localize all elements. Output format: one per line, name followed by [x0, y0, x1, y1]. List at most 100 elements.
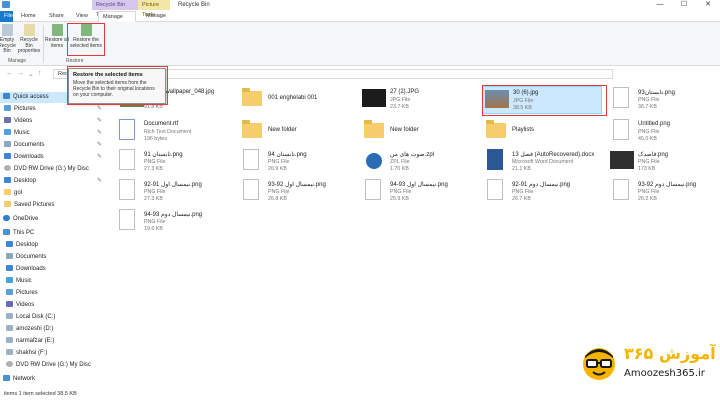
file-item[interactable]: 94-93 نیمسال اول.png PNG File 25.9 KB — [360, 178, 480, 206]
folder-item[interactable]: 001 enghelabi 001 — [238, 86, 358, 114]
recent-locations-icon[interactable]: ⌄ — [28, 70, 34, 78]
videos-icon — [4, 117, 11, 124]
window-controls: — ☐ ✕ — [648, 0, 720, 10]
png-file-icon — [365, 179, 381, 200]
pin-icon[interactable]: ✎ — [97, 116, 102, 127]
nav-pictures[interactable]: Pictures ✎ — [0, 104, 112, 115]
disc-icon — [4, 165, 11, 172]
file-item[interactable]: 93-92 نیمسال اول.png PNG File 26.8 KB — [238, 178, 358, 206]
file-item[interactable]: 91 تابستان.png PNG File 27.3 KB — [114, 148, 234, 176]
context-group-picture-tools: Picture Tools — [138, 0, 170, 18]
nav-onedrive[interactable]: OneDrive — [0, 214, 112, 225]
drive-icon — [6, 325, 13, 332]
tab-view[interactable]: View — [72, 11, 92, 22]
file-item[interactable]: 94-93 نیمسال دوم.png PNG File 19.6 KB — [114, 208, 234, 236]
nav-downloads[interactable]: Downloads ✎ — [0, 152, 112, 163]
up-arrow-icon[interactable]: ↑ — [38, 70, 42, 77]
file-item[interactable]: قاصدک.png PNG File 173 KB — [608, 148, 720, 176]
png-file-icon — [119, 179, 135, 200]
site-logo: آموزش ۳۶۵ Amoozesh365.ir — [576, 340, 716, 388]
music-icon — [4, 129, 11, 136]
nav-drive-f[interactable]: shakhsi (F:) — [0, 348, 112, 359]
restore-all-items-label: Restore all items — [45, 37, 69, 49]
folder-item[interactable]: Playlists — [482, 118, 602, 146]
file-item[interactable]: 92-91 نیمسال اول.png PNG File 27.3 KB — [114, 178, 234, 206]
maximize-button[interactable]: ☐ — [672, 0, 696, 10]
forward-arrow-icon[interactable]: → — [17, 70, 24, 77]
word-document-icon — [487, 149, 503, 170]
drive-icon — [6, 337, 13, 344]
nav-local-disk-c[interactable]: Local Disk (C:) — [0, 312, 112, 323]
nav-pc-pictures[interactable]: Pictures — [0, 288, 112, 299]
recycle-bin-properties-label: Recycle Bin properties — [17, 37, 41, 54]
file-item[interactable]: Untitled.png PNG File 45.0 KB — [608, 118, 720, 146]
folder-icon — [242, 88, 262, 106]
nav-dvd-drive[interactable]: DVD RW Drive (G:) My Disc — [0, 164, 112, 175]
nav-pc-documents[interactable]: Documents — [0, 252, 112, 263]
nav-network[interactable]: Network — [0, 374, 112, 385]
group-label-restore: Restore — [66, 58, 84, 64]
back-arrow-icon[interactable]: ← — [6, 70, 13, 77]
folder-item[interactable]: New folder — [238, 118, 358, 146]
logo-site-text: Amoozesh365.ir — [624, 368, 705, 379]
png-file-icon — [243, 179, 259, 200]
nav-this-pc[interactable]: This PC — [0, 228, 112, 239]
minimize-button[interactable]: — — [648, 0, 672, 10]
file-item[interactable]: 93-92 نیمسال دوم.png PNG File 26.2 KB — [608, 178, 720, 206]
pin-icon[interactable]: ✎ — [97, 152, 102, 163]
pin-icon[interactable]: ✎ — [97, 176, 102, 187]
tab-manage-recycle-bin[interactable]: Manage — [98, 11, 136, 22]
tab-manage-picture[interactable]: Manage — [142, 11, 170, 22]
computer-icon — [3, 229, 10, 236]
png-file-icon — [119, 149, 135, 170]
nav-videos[interactable]: Videos ✎ — [0, 116, 112, 127]
recycle-bin-properties-button[interactable]: Recycle Bin properties — [16, 24, 42, 55]
nav-pc-dvd-drive[interactable]: DVD RW Drive (G:) My Disc — [0, 360, 112, 371]
png-file-icon — [613, 87, 629, 108]
cloud-icon — [3, 215, 10, 222]
ribbon-tabs: File Home Share View Manage Manage — [0, 11, 720, 39]
music-icon — [6, 277, 13, 284]
nav-pc-downloads[interactable]: Downloads — [0, 264, 112, 275]
quick-access-toolbar-icon[interactable] — [2, 1, 10, 8]
nav-drive-e[interactable]: narmafzar (E:) — [0, 336, 112, 347]
pin-icon[interactable]: ✎ — [97, 140, 102, 151]
folder-item[interactable]: New folder — [360, 118, 480, 146]
pin-icon[interactable]: ✎ — [97, 128, 102, 139]
file-item[interactable]: صوت های من.zpl ZPL File 1.70 KB — [360, 148, 480, 176]
nav-pc-desktop[interactable]: Desktop — [0, 240, 112, 251]
pictures-icon — [4, 105, 11, 112]
nav-music[interactable]: Music ✎ — [0, 128, 112, 139]
empty-recycle-bin-label: Empty Recycle Bin — [0, 37, 16, 54]
logo-brand-text: آموزش ۳۶۵ — [624, 344, 716, 363]
png-file-icon — [613, 179, 629, 200]
nav-desktop[interactable]: Desktop ✎ — [0, 176, 112, 187]
desktop-icon — [4, 177, 11, 184]
file-item[interactable]: فصل 13 (AutoRecovered).docx Microsoft Wo… — [482, 148, 602, 176]
window-title: Recycle Bin — [178, 2, 210, 8]
nav-pc-music[interactable]: Music — [0, 276, 112, 287]
nav-documents[interactable]: Documents ✎ — [0, 140, 112, 151]
file-item[interactable]: 27 (2).JPG JPG File 23.7 KB — [360, 86, 480, 114]
restore-selected-highlight — [67, 23, 105, 56]
file-item[interactable]: 94 تابستان.png PNG File 26.9 KB — [238, 148, 358, 176]
drive-icon — [6, 349, 13, 356]
nav-pc-videos[interactable]: Videos — [0, 300, 112, 311]
file-item[interactable]: Document.rtf Rich Text Document 196 byte… — [114, 118, 234, 146]
documents-icon — [4, 141, 11, 148]
context-group-recycle-bin-tools: Recycle Bin Tools — [92, 0, 138, 18]
png-file-icon — [243, 149, 259, 170]
nav-drive-d[interactable]: amozeshi (D:) — [0, 324, 112, 335]
close-button[interactable]: ✕ — [696, 0, 720, 10]
pin-icon[interactable]: ✎ — [97, 104, 102, 115]
tab-share[interactable]: Share — [45, 11, 68, 22]
rtf-file-icon — [119, 119, 135, 140]
nav-gol[interactable]: gol — [0, 188, 112, 199]
documents-icon — [6, 253, 13, 260]
nav-saved-pictures[interactable]: Saved Pictures — [0, 200, 112, 211]
tab-home[interactable]: Home — [17, 11, 40, 22]
file-item[interactable]: تابستان93.png PNG File 38.7 KB — [608, 86, 720, 114]
png-file-icon — [613, 119, 629, 140]
desktop-icon — [6, 241, 13, 248]
file-item[interactable]: 92-91 نیمسال دوم.png PNG File 26.7 KB — [482, 178, 602, 206]
